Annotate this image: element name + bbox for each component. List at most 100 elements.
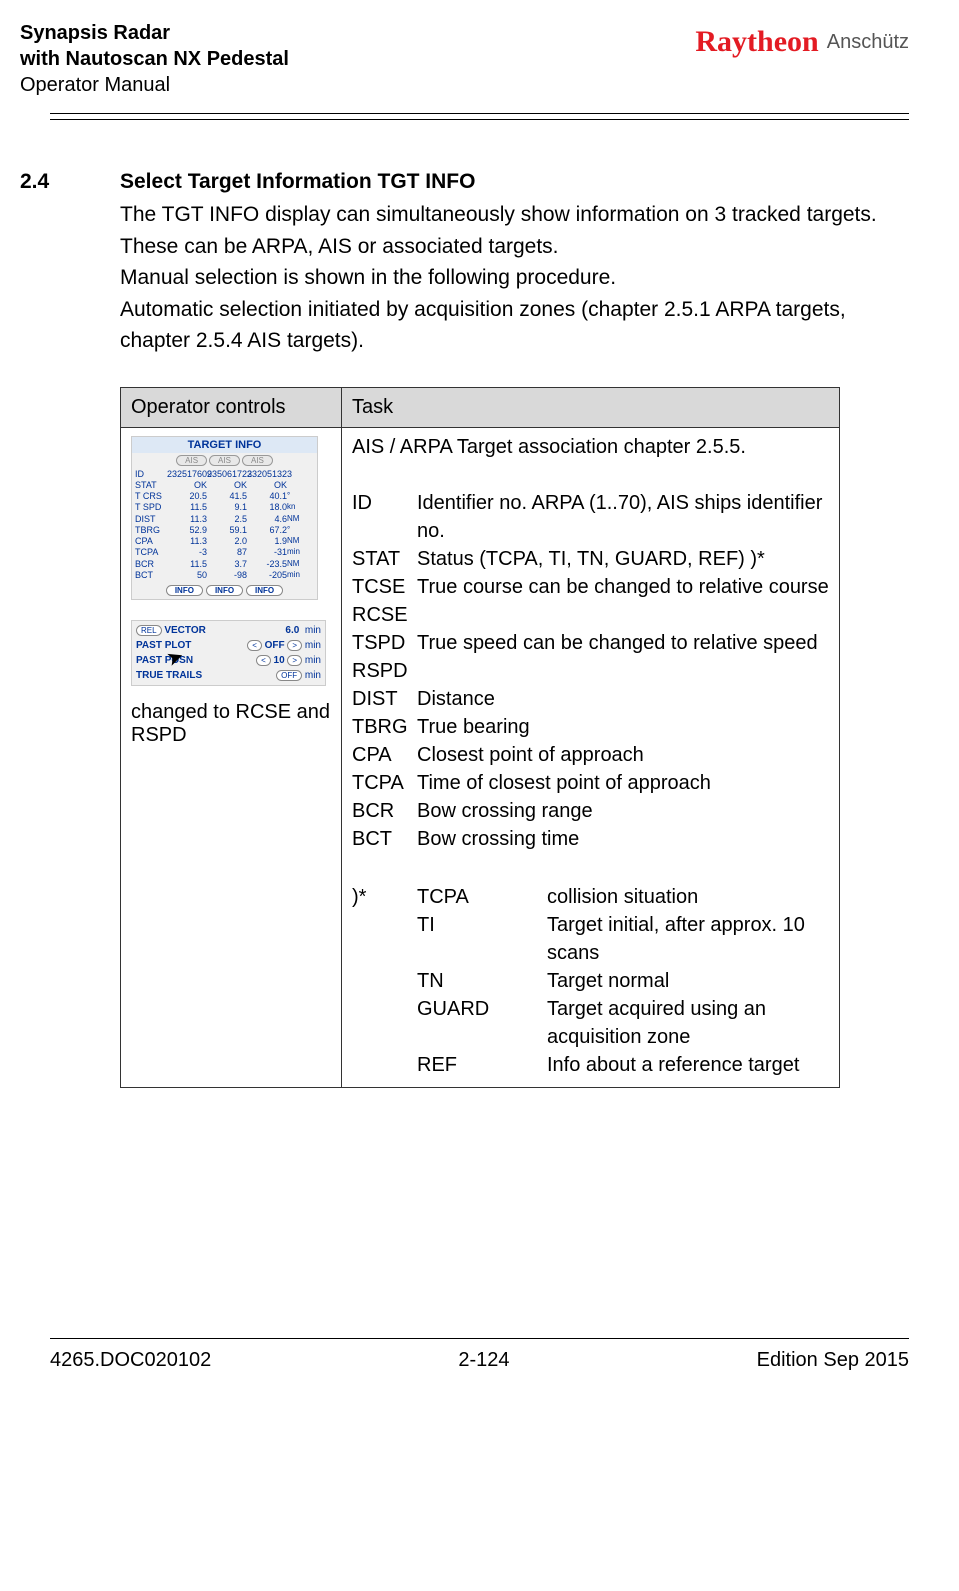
ti-cell: NM [287, 514, 307, 525]
ti-cell: OK [207, 480, 247, 491]
task-intro: AIS / ARPA Target association chapter 2.… [352, 436, 829, 459]
ti-cell: 232051323 [247, 469, 287, 480]
vector-row-pastposn: PAST POSN < 10 > min [136, 653, 321, 668]
doc-title-line1: Synapsis Radar [20, 20, 289, 46]
definition-value: Bow crossing range [417, 797, 593, 825]
ti-cell: 11.5 [167, 559, 207, 570]
info-button[interactable]: INFO [246, 585, 283, 596]
ti-cell: DIST [135, 514, 167, 525]
ti-cell: min [287, 570, 307, 581]
ti-cell: 235061723 [207, 469, 247, 480]
footer-pagenum: 2-124 [458, 1349, 509, 1372]
page-header: Synapsis Radar with Nautoscan NX Pedesta… [0, 0, 959, 108]
status-row: REFInfo about a reference target [352, 1051, 829, 1079]
ti-cell: 18.0 [247, 502, 287, 513]
footer-edition: Edition Sep 2015 [757, 1349, 909, 1372]
section-paragraph-2: Manual selection is shown in the followi… [120, 262, 909, 294]
definition-row: DIST Distance [352, 685, 829, 713]
definition-row: BCRBow crossing range [352, 797, 829, 825]
definition-key: TCSERCSE [352, 573, 407, 629]
ti-cell: 11.5 [167, 502, 207, 513]
ti-cell: 52.9 [167, 525, 207, 536]
ti-cell: 67.2 [247, 525, 287, 536]
footer-docnum: 4265.DOC020102 [50, 1349, 211, 1372]
arrow-left-icon[interactable]: < [247, 640, 262, 651]
ti-cell: BCR [135, 559, 167, 570]
definition-key: TBRG [352, 713, 407, 741]
target-info-tab[interactable]: AIS [242, 455, 273, 466]
table-header-controls: Operator controls [121, 387, 342, 427]
header-rule-top [50, 113, 909, 114]
raytheon-logo: Raytheon [695, 25, 818, 59]
vector-row-rel: REL VECTOR 6.0 min [136, 623, 321, 638]
ti-cell [287, 480, 307, 491]
ti-cell: -205 [247, 570, 287, 581]
section-paragraph-1: The TGT INFO display can simultaneously … [120, 199, 909, 262]
ti-cell: TCPA [135, 547, 167, 558]
arrow-right-icon[interactable]: > [287, 655, 302, 666]
status-row: )*TCPAcollision situation [352, 883, 829, 911]
ti-cell: STAT [135, 480, 167, 491]
arrow-right-icon[interactable]: > [287, 640, 302, 651]
status-description: collision situation [547, 883, 698, 911]
status-notemark [352, 1051, 407, 1079]
status-row: GUARDTarget acquired using an acquisitio… [352, 995, 829, 1051]
target-info-tab[interactable]: AIS [176, 455, 207, 466]
definition-row: TCSERCSETrue course can be changed to re… [352, 573, 829, 629]
ti-cell: ° [287, 491, 307, 502]
ti-cell: OK [167, 480, 207, 491]
definition-row: IDIdentifier no. ARPA (1..70), AIS ships… [352, 489, 829, 545]
ti-cell: 232517609 [167, 469, 207, 480]
ti-cell: 2.0 [207, 536, 247, 547]
definition-value: Distance [417, 685, 495, 713]
ti-cell: 1.9 [247, 536, 287, 547]
ti-cell: BCT [135, 570, 167, 581]
doc-title-line3: Operator Manual [20, 72, 289, 98]
content-area: 2.4 Select Target Information TGT INFO T… [0, 150, 959, 1138]
info-button[interactable]: INFO [166, 585, 203, 596]
controls-caption: changed to RCSE and RSPD [131, 701, 331, 747]
arrow-left-icon[interactable]: < [256, 655, 271, 666]
anschutz-logo: Anschütz [827, 31, 909, 54]
definition-value: True bearing [417, 713, 530, 741]
definition-key: TSPDRSPD [352, 629, 407, 685]
ti-cell: -3 [167, 547, 207, 558]
definition-key: CPA [352, 741, 407, 769]
header-rule-bottom [50, 119, 909, 120]
status-code: GUARD [417, 995, 537, 1051]
target-info-tab[interactable]: AIS [209, 455, 240, 466]
page-footer: 4265.DOC020102 2-124 Edition Sep 2015 [50, 1338, 909, 1392]
status-row: TITarget initial, after approx. 10 scans [352, 911, 829, 967]
definition-row: TSPDRSPDTrue speed can be changed to rel… [352, 629, 829, 685]
ti-cell: min [287, 547, 307, 558]
vector-row-truetrails: TRUE TRAILS OFF min [136, 668, 321, 683]
definition-value: True course can be changed to relative c… [417, 573, 829, 629]
status-code: TI [417, 911, 537, 967]
doc-title-line2: with Nautoscan NX Pedestal [20, 46, 289, 72]
section-paragraph-3: Automatic selection initiated by acquisi… [120, 294, 909, 357]
ti-cell: TBRG [135, 525, 167, 536]
ti-cell: 4.6 [247, 514, 287, 525]
status-notemark [352, 995, 407, 1051]
ti-cell [287, 469, 307, 480]
ti-cell: 40.1 [247, 491, 287, 502]
definition-value: Status (TCPA, TI, TN, GUARD, REF) )* [417, 545, 765, 573]
ti-cell: T SPD [135, 502, 167, 513]
ti-cell: 59.1 [207, 525, 247, 536]
status-code: REF [417, 1051, 537, 1079]
status-notemark: )* [352, 883, 407, 911]
definition-key: DIST [352, 685, 407, 713]
ti-cell: ° [287, 525, 307, 536]
definition-key: TCPA [352, 769, 407, 797]
ti-cell: 9.1 [207, 502, 247, 513]
vector-widget: ➤ REL VECTOR 6.0 min PAST PLOT < OFF > m… [131, 620, 326, 686]
ti-cell: 3.7 [207, 559, 247, 570]
target-info-widget: TARGET INFO AIS AIS AIS ID23251760923506… [131, 436, 318, 601]
brand-block: Raytheon Anschütz [695, 20, 909, 59]
rel-button[interactable]: REL [136, 625, 162, 636]
definition-value: Closest point of approach [417, 741, 644, 769]
off-button[interactable]: OFF [276, 670, 302, 681]
ti-cell: NM [287, 559, 307, 570]
info-button[interactable]: INFO [206, 585, 243, 596]
task-cell: AIS / ARPA Target association chapter 2.… [342, 427, 840, 1087]
